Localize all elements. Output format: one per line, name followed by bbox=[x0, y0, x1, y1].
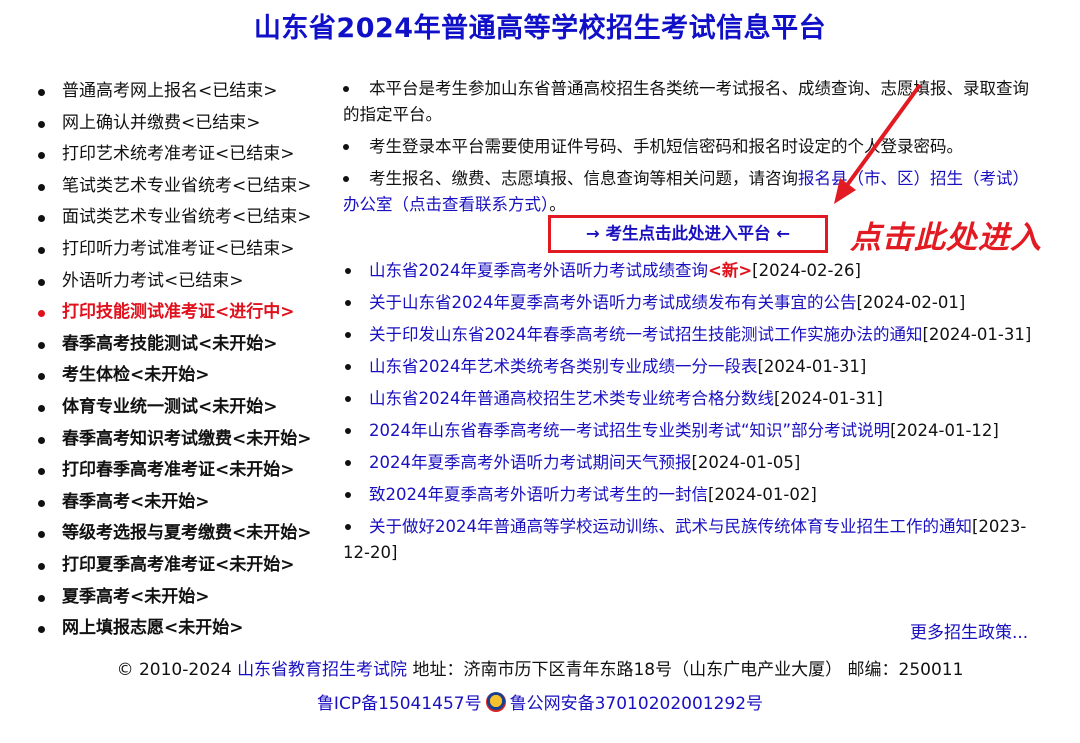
menu-item[interactable]: 春季高考技能测试<未开始> bbox=[36, 329, 336, 361]
more-policies-link[interactable]: 更多招生政策... bbox=[910, 618, 1028, 643]
news-date: [2024-01-31] bbox=[922, 325, 1032, 344]
bullet-icon bbox=[345, 268, 351, 274]
bullet-icon bbox=[345, 364, 351, 370]
menu-item[interactable]: 考生体检<未开始> bbox=[36, 360, 336, 392]
bullet-icon bbox=[345, 492, 351, 498]
bullet-icon bbox=[345, 396, 351, 402]
news-title-link[interactable]: 山东省2024年夏季高考外语听力考试成绩查询 bbox=[369, 261, 708, 280]
news-item: 致2024年夏季高考外语听力考试考生的一封信[2024-01-02] bbox=[343, 482, 1043, 508]
org-link[interactable]: 山东省教育招生考试院 bbox=[237, 660, 407, 680]
news-list: 山东省2024年夏季高考外语听力考试成绩查询<新>[2024-02-26] 关于山… bbox=[343, 258, 1043, 566]
enter-callout-label: 点击此处进入 bbox=[850, 220, 1042, 256]
menu-item[interactable]: 外语听力考试<已结束> bbox=[36, 266, 336, 298]
menu-item[interactable]: 体育专业统一测试<未开始> bbox=[36, 392, 336, 424]
news-item: 2024年山东省春季高考统一考试招生专业类别考试“知识”部分考试说明[2024-… bbox=[343, 418, 1043, 444]
news-title-link[interactable]: 2024年山东省春季高考统一考试招生专业类别考试“知识”部分考试说明 bbox=[369, 421, 890, 440]
news-item: 山东省2024年夏季高考外语听力考试成绩查询<新>[2024-02-26] bbox=[343, 258, 1043, 284]
news-title-link[interactable]: 山东省2024年艺术类统考各类别专业成绩一分一段表 bbox=[369, 357, 758, 376]
bullet-icon bbox=[343, 144, 349, 150]
menu-item[interactable]: 面试类艺术专业省统考<已结束> bbox=[36, 202, 336, 234]
menu-item[interactable]: 打印艺术统考准考证<已结束> bbox=[36, 139, 336, 171]
menu-item[interactable]: 等级考选报与夏考缴费<未开始> bbox=[36, 518, 336, 550]
menu-item[interactable]: 春季高考知识考试缴费<未开始> bbox=[36, 424, 336, 456]
news-title-link[interactable]: 致2024年夏季高考外语听力考试考生的一封信 bbox=[369, 485, 708, 504]
news-title-link[interactable]: 关于做好2024年普通高等学校运动训练、武术与民族传统体育专业招生工作的通知 bbox=[369, 517, 972, 536]
menu-item[interactable]: 夏季高考<未开始> bbox=[36, 582, 336, 614]
menu-item[interactable]: 春季高考<未开始> bbox=[36, 487, 336, 519]
menu-item[interactable]: 网上填报志愿<未开始> bbox=[36, 613, 336, 645]
police-record-link[interactable]: 鲁公网安备37010202001292号 bbox=[510, 694, 763, 714]
footer-info: © 2010-2024 山东省教育招生考试院 地址：济南市历下区青年东路18号（… bbox=[116, 660, 964, 680]
bullet-icon bbox=[345, 428, 351, 434]
red-arrow-icon bbox=[834, 83, 922, 204]
news-title-link[interactable]: 关于印发山东省2024年春季高考统一考试招生技能测试工作实施办法的通知 bbox=[369, 325, 923, 344]
news-title-link[interactable]: 关于山东省2024年夏季高考外语听力考试成绩发布有关事宜的公告 bbox=[369, 293, 857, 312]
menu-item[interactable]: 普通高考网上报名<已结束> bbox=[36, 76, 336, 108]
page-title: 山东省2024年普通高等学校招生考试信息平台 bbox=[253, 13, 827, 44]
menu-item[interactable]: 打印听力考试准考证<已结束> bbox=[36, 234, 336, 266]
menu-item[interactable]: 笔试类艺术专业省统考<已结束> bbox=[36, 171, 336, 203]
news-date: [2024-02-26] bbox=[752, 261, 861, 280]
menu-item[interactable]: 打印夏季高考准考证<未开始> bbox=[36, 550, 336, 582]
news-title-link[interactable]: 山东省2024年普通高校招生艺术类专业统考合格分数线 bbox=[369, 389, 774, 408]
bullet-icon bbox=[345, 332, 351, 338]
menu-item[interactable]: 打印春季高考准考证<未开始> bbox=[36, 455, 336, 487]
news-item: 山东省2024年艺术类统考各类别专业成绩一分一段表[2024-01-31] bbox=[343, 354, 1043, 380]
news-date: [2024-01-31] bbox=[757, 357, 867, 376]
bullet-icon bbox=[345, 460, 351, 466]
process-menu: 普通高考网上报名<已结束> 网上确认并缴费<已结束> 打印艺术统考准考证<已结束> 笔… bbox=[36, 76, 336, 645]
news-date: [2024-01-05] bbox=[691, 453, 801, 472]
news-item: 山东省2024年普通高校招生艺术类专业统考合格分数线[2024-01-31] bbox=[343, 386, 1043, 412]
notice-3: 考生报名、缴费、志愿填报、信息查询等相关问题，请咨询报名县（市、区）招生（考试）… bbox=[343, 169, 1029, 214]
bullet-icon bbox=[345, 300, 351, 306]
notice-area: 本平台是考生参加山东省普通高校招生各类统一考试报名、成绩查询、志愿填报、录取查询… bbox=[343, 76, 1043, 218]
news-item: 2024年夏季高考外语听力考试期间天气预报[2024-01-05] bbox=[343, 450, 1043, 476]
news-item: 关于山东省2024年夏季高考外语听力考试成绩发布有关事宜的公告[2024-02-… bbox=[343, 290, 1043, 316]
news-date: [2024-02-01] bbox=[856, 293, 966, 312]
news-title-link[interactable]: 2024年夏季高考外语听力考试期间天气预报 bbox=[369, 453, 692, 472]
news-date: [2024-01-02] bbox=[708, 485, 817, 504]
news-date: [2024-01-12] bbox=[890, 421, 999, 440]
menu-item[interactable]: 打印技能测试准考证<进行中> bbox=[36, 297, 336, 329]
news-item: 关于做好2024年普通高等学校运动训练、武术与民族传统体育专业招生工作的通知[2… bbox=[343, 514, 1043, 566]
bullet-icon bbox=[343, 86, 349, 92]
news-date: [2024-01-31] bbox=[774, 389, 883, 408]
menu-item[interactable]: 网上确认并缴费<已结束> bbox=[36, 108, 336, 140]
enter-platform-button[interactable]: → 考生点击此处进入平台 ← bbox=[548, 215, 828, 253]
new-badge: <新> bbox=[708, 261, 753, 280]
bullet-icon bbox=[343, 176, 349, 182]
notice-1: 本平台是考生参加山东省普通高校招生各类统一考试报名、成绩查询、志愿填报、录取查询… bbox=[343, 79, 1029, 124]
bullet-icon bbox=[345, 524, 351, 530]
news-item: 关于印发山东省2024年春季高考统一考试招生技能测试工作实施办法的通知[2024… bbox=[343, 322, 1043, 348]
notice-2: 考生登录本平台需要使用证件号码、手机短信密码和报名时设定的个人登录密码。 bbox=[343, 134, 1043, 160]
police-badge-icon bbox=[485, 692, 506, 712]
footer-records: 鲁ICP备15041457号 鲁公网安备37010202001292号 bbox=[0, 689, 1080, 714]
icp-link[interactable]: 鲁ICP备15041457号 bbox=[317, 694, 482, 714]
